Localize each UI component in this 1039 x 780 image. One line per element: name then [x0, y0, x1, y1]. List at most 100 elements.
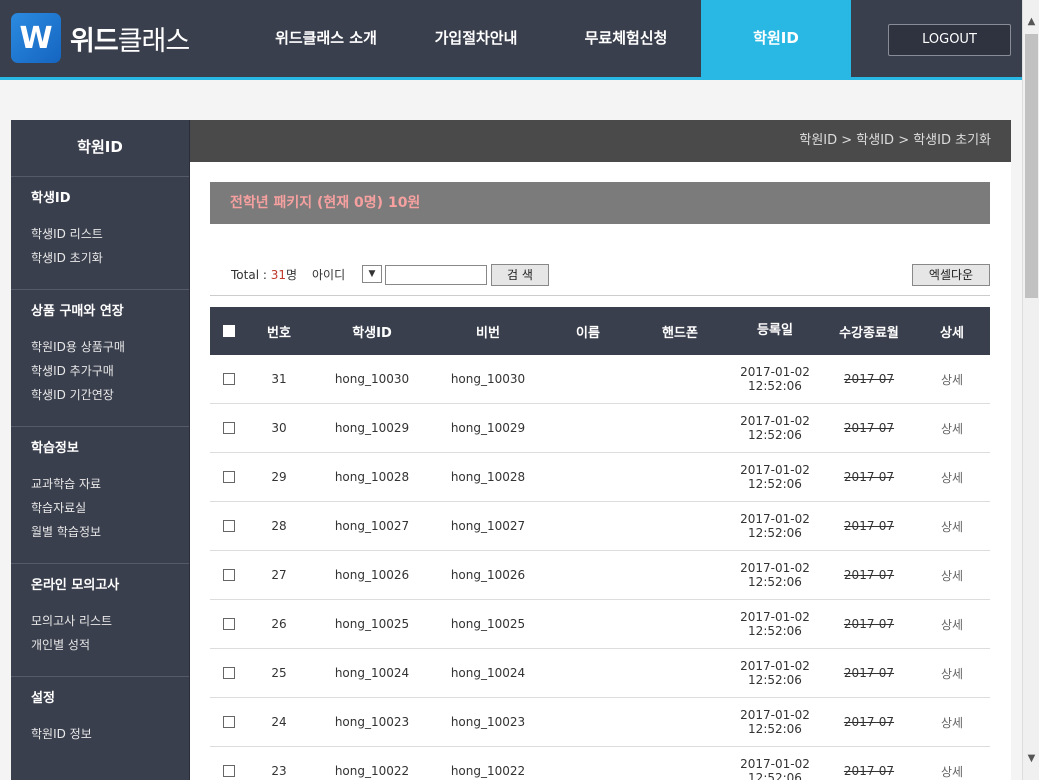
row-checkbox[interactable] — [223, 716, 235, 728]
row-student-id: hong_10028 — [334, 470, 410, 484]
row-detail-link[interactable]: 상세 — [941, 373, 963, 387]
row-detail-link[interactable]: 상세 — [941, 765, 963, 779]
sidebar-item-student-extend[interactable]: 학생ID 기간연장 — [31, 383, 189, 407]
row-checkbox-cell — [210, 373, 248, 385]
row-reg-date: 2017-01-02 12:52:06 — [726, 365, 824, 393]
table-row: 26 hong_10025 hong_10025 2017-01-02 12:52:06… — [210, 600, 990, 649]
row-detail-link[interactable]: 상세 — [941, 618, 963, 632]
column-header-number: 번호 — [267, 325, 291, 341]
logo-text-rest: 클래스 — [117, 25, 191, 57]
excel-download-button[interactable]: 엑셀다운 — [912, 264, 990, 286]
row-detail-link[interactable]: 상세 — [941, 520, 963, 534]
row-end-month: 2017-07 — [843, 568, 895, 582]
search-input[interactable] — [385, 265, 487, 285]
row-detail-cell: 상세 — [914, 714, 990, 731]
nav-signup-guide[interactable]: 가입절차안내 — [401, 0, 551, 77]
search-button[interactable]: 검 색 — [491, 264, 549, 286]
row-detail-cell: 상세 — [914, 616, 990, 633]
row-end-month: 2017-07 — [843, 519, 895, 533]
row-checkbox[interactable] — [223, 422, 235, 434]
select-all-checkbox[interactable] — [223, 325, 235, 337]
sidebar-item-academy-info[interactable]: 학원ID 정보 — [31, 722, 189, 746]
scroll-thumb[interactable] — [1025, 34, 1038, 298]
row-detail-link[interactable]: 상세 — [941, 716, 963, 730]
row-reg-date: 2017-01-02 12:52:06 — [726, 659, 824, 687]
sidebar-item-mock-exam-list[interactable]: 모의고사 리스트 — [31, 609, 189, 633]
sidebar-item-product-purchase[interactable]: 학원ID용 상품구매 — [31, 335, 189, 359]
sidebar-item-course-material[interactable]: 교과학습 자료 — [31, 472, 189, 496]
row-number: 30 — [271, 421, 287, 435]
sidebar-section-student-id: 학생ID 학생ID 리스트 학생ID 초기화 — [11, 177, 189, 290]
row-reg-date-day: 2017-01-02 — [740, 757, 810, 771]
table-row: 23 hong_10022 hong_10022 2017-01-02 12:52:06… — [210, 747, 990, 780]
logo-text: 위드클래스 — [70, 19, 191, 58]
sidebar-section-mock-exam: 온라인 모의고사 모의고사 리스트 개인별 성적 — [11, 564, 189, 677]
row-checkbox[interactable] — [223, 765, 235, 777]
row-checkbox[interactable] — [223, 520, 235, 532]
row-reg-date-time: 12:52:06 — [748, 526, 802, 540]
nav-academy-id[interactable]: 학원ID — [701, 0, 851, 77]
scroll-up-icon[interactable]: ▲ — [1023, 13, 1039, 30]
nav-free-trial[interactable]: 무료체험신청 — [551, 0, 701, 77]
row-checkbox[interactable] — [223, 569, 235, 581]
sidebar-section-settings: 설정 학원ID 정보 — [11, 677, 189, 777]
row-checkbox[interactable] — [223, 471, 235, 483]
row-number: 29 — [271, 470, 287, 484]
row-checkbox[interactable] — [223, 618, 235, 630]
row-detail-link[interactable]: 상세 — [941, 471, 963, 485]
row-password: hong_10022 — [450, 764, 526, 778]
row-reg-date-day: 2017-01-02 — [740, 561, 810, 575]
sidebar-item-personal-score[interactable]: 개인별 성적 — [31, 633, 189, 657]
total-count: Total : 31명 — [231, 266, 297, 283]
row-reg-date-time: 12:52:06 — [748, 673, 802, 687]
row-end-month: 2017-07 — [843, 617, 895, 631]
logo[interactable]: W 위드클래스 — [11, 13, 191, 63]
row-end-month: 2017-07 — [843, 470, 895, 484]
table-row: 29 hong_10028 hong_10028 2017-01-02 12:52:06… — [210, 453, 990, 502]
row-reg-date-day: 2017-01-02 — [740, 414, 810, 428]
sidebar-section-title: 학생ID — [31, 191, 71, 206]
breadcrumb: 학원ID > 학생ID > 학생ID 초기화 — [190, 120, 1011, 162]
page-scrollbar[interactable]: ▲ ▼ — [1022, 0, 1039, 780]
row-detail-link[interactable]: 상세 — [941, 667, 963, 681]
row-reg-date-day: 2017-01-02 — [740, 708, 810, 722]
sidebar-title: 학원ID — [11, 120, 189, 177]
row-password: hong_10030 — [450, 372, 526, 386]
search-field-label: 아이디 — [312, 268, 346, 282]
sidebar-section-title: 온라인 모의고사 — [31, 578, 120, 593]
row-reg-date-time: 12:52:06 — [748, 722, 802, 736]
sidebar-section-title: 학습정보 — [31, 441, 79, 456]
row-reg-date-day: 2017-01-02 — [740, 512, 810, 526]
logout-button[interactable]: LOGOUT — [888, 24, 1011, 56]
package-status-banner: 전학년 패키지 (현재 0명) 10원 — [210, 182, 990, 224]
row-detail-link[interactable]: 상세 — [941, 422, 963, 436]
total-unit: 명 — [285, 268, 298, 282]
row-end-month: 2017-07 — [843, 421, 895, 435]
sidebar-item-student-id-list[interactable]: 학생ID 리스트 — [31, 222, 189, 246]
search-type-select[interactable]: ▼ — [362, 265, 382, 283]
row-reg-date-time: 12:52:06 — [748, 477, 802, 491]
sidebar-item-monthly-info[interactable]: 월별 학습정보 — [31, 520, 189, 544]
row-reg-date-time: 12:52:06 — [748, 428, 802, 442]
row-number: 24 — [271, 715, 287, 729]
row-reg-date: 2017-01-02 12:52:06 — [726, 708, 824, 736]
row-checkbox-cell — [210, 569, 248, 581]
row-detail-link[interactable]: 상세 — [941, 569, 963, 583]
scroll-down-icon[interactable]: ▼ — [1023, 750, 1039, 767]
row-checkbox-cell — [210, 667, 248, 679]
nav-intro[interactable]: 위드클래스 소개 — [251, 0, 401, 77]
row-checkbox-cell — [210, 618, 248, 630]
column-header-end-month: 수강종료월 — [839, 325, 899, 341]
sidebar-item-material-room[interactable]: 학습자료실 — [31, 496, 189, 520]
column-header-password: 비번 — [476, 325, 500, 341]
row-checkbox[interactable] — [223, 667, 235, 679]
row-reg-date-day: 2017-01-02 — [740, 610, 810, 624]
sidebar-section-title: 상품 구매와 연장 — [31, 304, 124, 319]
sidebar-item-student-id-reset[interactable]: 학생ID 초기화 — [31, 246, 189, 270]
sidebar-item-student-add-purchase[interactable]: 학생ID 추가구매 — [31, 359, 189, 383]
row-detail-cell: 상세 — [914, 420, 990, 437]
row-checkbox[interactable] — [223, 373, 235, 385]
row-number: 25 — [271, 666, 287, 680]
total-label: Total : — [231, 268, 271, 282]
row-reg-date: 2017-01-02 12:52:06 — [726, 610, 824, 638]
